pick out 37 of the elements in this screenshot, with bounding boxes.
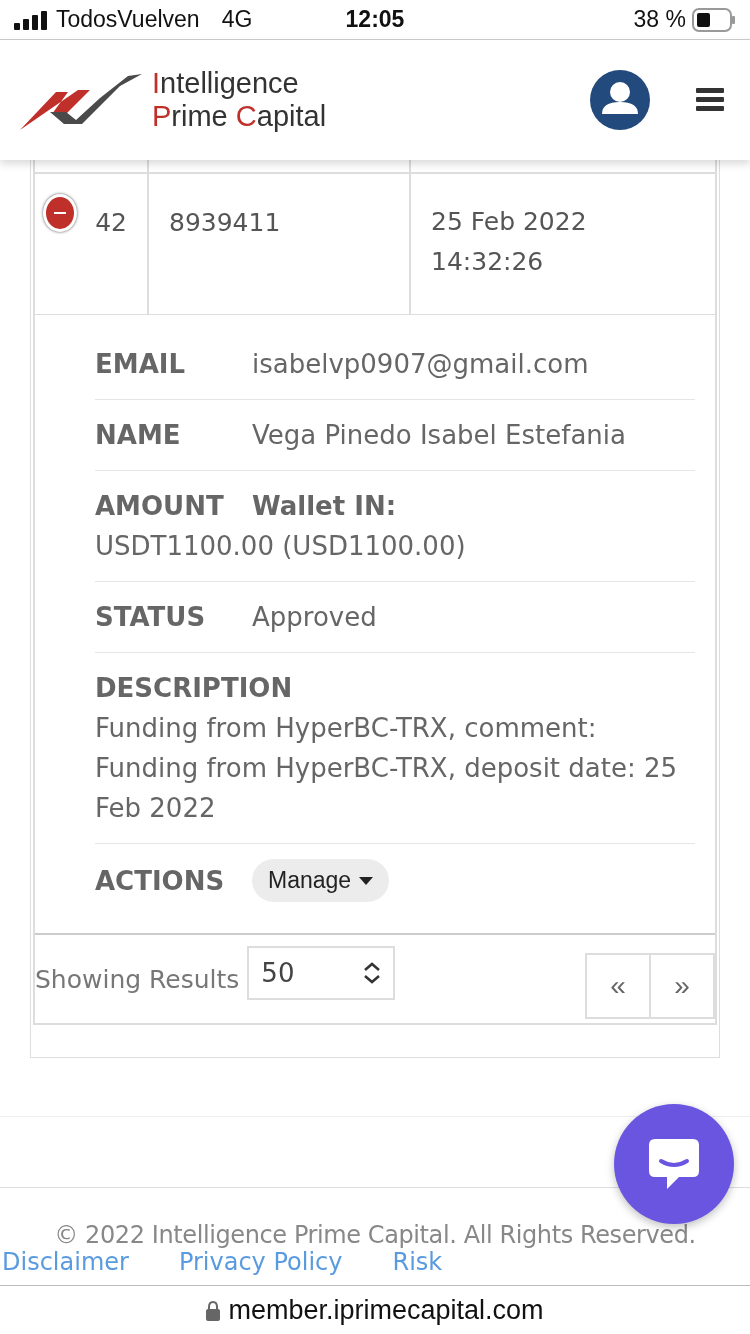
chat-button[interactable] — [614, 1104, 734, 1224]
footer-link[interactable]: Privacy Policy — [178, 1249, 343, 1276]
next-page-button[interactable]: » — [649, 953, 715, 1019]
lock-icon — [206, 1300, 221, 1321]
caret-icon — [359, 876, 374, 885]
footer-link[interactable]: Disclaimer — [2, 1249, 129, 1276]
table-cell: 42 — [95, 208, 127, 237]
field-label: ACTIONS — [95, 864, 226, 898]
field-value: Approved — [252, 602, 377, 632]
field-label: AMOUNT — [95, 490, 225, 523]
field-label: NAME — [95, 419, 182, 452]
field-value: Vega Pinedo Isabel Estefania — [252, 420, 626, 450]
previous-page-button[interactable]: « — [585, 953, 651, 1019]
table-cell: 8939411 — [169, 208, 281, 237]
field-label: EMAIL — [95, 348, 186, 381]
footer-link[interactable]: Risk — [392, 1249, 443, 1276]
field-value: USDT1100.00 (USD1100.00) — [95, 531, 466, 561]
clock-time: 12:05 — [345, 6, 405, 33]
logo-wordmark: Intelligence Prime Capital — [152, 67, 327, 133]
carrier-name: TodosVuelven — [56, 6, 200, 33]
battery-icon — [692, 7, 736, 32]
copyright-text: © 2022 Intelligence Prime Capital. All Rights Reserved. — [53, 1222, 697, 1249]
field-value: Funding from HyperBC-TRX, comment: Funding from HyperBC-TRX, deposit date: 25 Feb 2022 — [95, 712, 679, 825]
field-value: isabelvp0907@gmail.com — [252, 349, 589, 379]
signal-icon — [14, 9, 50, 30]
results-label: Showing Results — [35, 964, 240, 994]
table-cell: 25 Feb 2022 14:32:26 — [431, 207, 587, 276]
field-label: STATUS — [95, 601, 207, 634]
network-type: 4G — [221, 6, 253, 33]
user-avatar-icon[interactable] — [590, 70, 650, 130]
menu-icon[interactable] — [696, 87, 724, 113]
page-size-select[interactable]: 50 — [247, 946, 396, 1000]
battery-percent: 38 % — [633, 6, 686, 33]
updown-icon — [363, 962, 382, 984]
manage-dropdown-button[interactable]: Manage — [252, 859, 390, 902]
field-label: DESCRIPTION — [95, 672, 293, 705]
field-heading: Wallet IN: — [252, 491, 397, 521]
